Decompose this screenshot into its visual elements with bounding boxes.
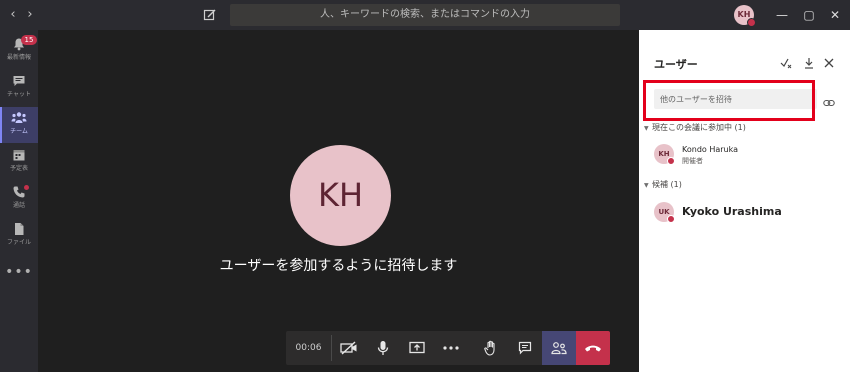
rail-label: 予定表 xyxy=(9,165,28,172)
rail-label: チャット xyxy=(7,91,31,98)
chat-icon xyxy=(518,341,532,355)
raise-hand-icon xyxy=(484,340,495,356)
suggested-section-header[interactable]: ▼ 候補 (1) xyxy=(644,179,682,190)
camera-off-icon xyxy=(340,341,357,355)
presence-busy-icon xyxy=(667,157,675,165)
avatar: KH xyxy=(654,144,675,165)
presence-busy-icon xyxy=(667,215,675,223)
section-label: 候補 (1) xyxy=(652,180,682,189)
activity-badge: 15 xyxy=(21,35,37,45)
people-icon xyxy=(551,342,567,355)
minimize-button[interactable]: — xyxy=(774,7,790,23)
calls-notification-dot xyxy=(24,185,29,190)
more-actions-button[interactable] xyxy=(434,331,468,365)
rail-item-chat[interactable]: チャット xyxy=(0,70,38,106)
title-bar: ‹ › 人、キーワードの検索、またはコマンドの入力 KH — ▢ ✕ xyxy=(0,0,850,30)
chat-icon xyxy=(13,76,25,86)
share-screen-icon xyxy=(409,341,425,354)
download-icon[interactable] xyxy=(803,57,815,69)
meeting-stage: KH ユーザーを参加するように招待します 00:06 xyxy=(38,30,639,372)
rail-label: チーム xyxy=(10,128,28,135)
raise-hand-button[interactable] xyxy=(474,331,508,365)
file-icon xyxy=(15,223,24,235)
app-rail: 15 最新情報 チャット チーム 予定表 通話 ファイル ••• xyxy=(0,30,38,372)
chevron-down-icon: ▼ xyxy=(644,182,649,189)
rail-item-calendar[interactable]: 予定表 xyxy=(0,144,38,180)
mute-all-icon[interactable] xyxy=(780,57,792,69)
section-label: 現在この会議に参加中 (1) xyxy=(652,123,746,132)
invite-message: ユーザーを参加するように招待します xyxy=(219,258,458,274)
presence-busy-icon xyxy=(747,18,756,27)
avatar: UK xyxy=(654,202,675,223)
rail-item-activity[interactable]: 15 最新情報 xyxy=(0,33,38,69)
more-apps-icon[interactable]: ••• xyxy=(0,264,38,280)
participants-button[interactable] xyxy=(542,331,576,365)
calendar-icon xyxy=(13,150,25,161)
rail-item-files[interactable]: ファイル xyxy=(0,218,38,254)
search-bar[interactable]: 人、キーワードの検索、またはコマンドの入力 xyxy=(230,4,620,26)
hang-up-icon xyxy=(585,345,601,352)
rail-label: 最新情報 xyxy=(6,54,31,61)
camera-toggle-button[interactable] xyxy=(332,331,366,365)
share-screen-button[interactable] xyxy=(400,331,434,365)
participant-name: Kondo Haruka xyxy=(682,145,738,154)
hang-up-button[interactable] xyxy=(576,331,610,365)
panel-title: ユーザー xyxy=(654,58,698,71)
close-window-button[interactable]: ✕ xyxy=(827,7,843,23)
share-link-icon[interactable] xyxy=(823,93,835,112)
participant-role: 開催者 xyxy=(682,157,703,165)
chat-button[interactable] xyxy=(508,331,542,365)
rail-item-teams[interactable]: チーム xyxy=(0,107,38,143)
chevron-down-icon: ▼ xyxy=(644,125,649,132)
close-panel-icon[interactable] xyxy=(823,57,835,69)
people-panel: ユーザー ▼現在この会議に参加中 (1) KH Kondo Haruka 開催者… xyxy=(639,30,850,372)
invite-people-input[interactable] xyxy=(654,89,817,109)
profile-avatar[interactable]: KH xyxy=(734,5,756,27)
more-icon xyxy=(443,346,459,350)
mic-button[interactable] xyxy=(366,331,400,365)
participant-avatar: KH xyxy=(290,145,391,246)
call-timer: 00:06 xyxy=(295,343,322,353)
participant-initials: KH xyxy=(317,176,364,214)
compose-icon[interactable] xyxy=(203,7,219,23)
call-controls: 00:06 xyxy=(286,331,610,365)
rail-label: 通話 xyxy=(12,202,25,209)
suggested-name: Kyoko Urashima xyxy=(682,205,782,218)
maximize-button[interactable]: ▢ xyxy=(801,7,817,23)
forward-icon[interactable]: › xyxy=(22,7,38,23)
microphone-icon xyxy=(377,341,389,355)
back-icon[interactable]: ‹ xyxy=(5,7,21,23)
teams-icon xyxy=(11,112,27,123)
in-meeting-section-header[interactable]: ▼ 現在この会議に参加中 (1) xyxy=(644,122,746,133)
rail-item-calls[interactable]: 通話 xyxy=(0,181,38,217)
rail-label: ファイル xyxy=(6,239,31,246)
